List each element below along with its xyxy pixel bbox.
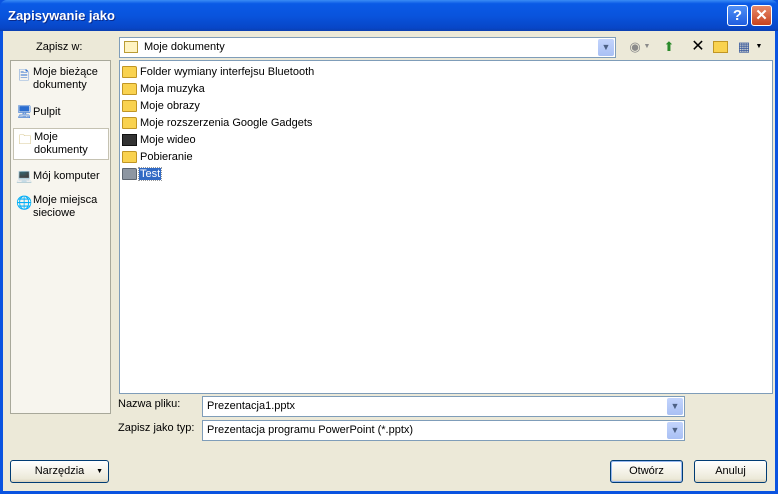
filename-value: Prezentacja1.pptx [207,400,296,412]
back-icon[interactable]: ◉ [628,39,642,55]
chevron-down-icon[interactable]: ▼ [667,398,683,415]
filename-label: Nazwa pliku: [118,398,181,410]
folder-name: Moja muzyka [140,83,205,95]
folder-name: Moje rozszerzenia Google Gadgets [140,117,313,129]
my-computer-icon: 💻 [16,168,33,183]
question-icon: ? [732,7,743,24]
folder-name: Moje wideo [140,134,196,146]
chevron-down-icon[interactable]: ▼ [667,422,683,439]
place-my-computer[interactable]: 💻 Mój komputer [13,165,109,189]
file-list[interactable]: Folder wymiany interfejsu Bluetooth Moja… [119,60,773,394]
desktop-icon: 🖥 [16,104,33,119]
network-places-icon: 🌐 [16,195,33,210]
chevron-down-icon[interactable]: ▼ [598,39,614,56]
folder-icon [122,151,137,163]
place-label: Moje bieżące dokumenty [33,66,98,91]
open-label: Otwórz [629,465,664,477]
views-icon[interactable]: ▦ [736,39,752,55]
folder-name: Moje obrazy [140,100,200,112]
open-button[interactable]: Otwórz [610,460,683,483]
save-as-dialog: Zapisywanie jako ? ✕ Zapisz w: Moje doku… [0,0,778,494]
dialog-title: Zapisywanie jako [8,8,115,23]
place-recent-documents[interactable]: 🗎 Moje bieżące dokumenty [13,65,109,97]
up-folder-icon[interactable]: ⬆ [660,39,678,55]
save-in-label: Zapisz w: [36,41,83,53]
place-label: Moje dokumenty [34,131,88,156]
tools-button[interactable]: Narzędzia ▼ [10,460,109,483]
place-network-places[interactable]: 🌐 Moje miejsca sieciowe [13,192,109,224]
cancel-button[interactable]: Anuluj [694,460,767,483]
place-label: Moje miejsca sieciowe [33,194,98,219]
music-folder-icon [122,83,137,95]
folder-name: Test [137,167,163,181]
place-label: Mój komputer [33,170,100,182]
pictures-folder-icon [122,100,137,112]
folder-name: Pobieranie [140,151,193,163]
filetype-dropdown[interactable]: Prezentacja programu PowerPoint (*.pptx)… [202,420,685,441]
place-desktop[interactable]: 🖥 Pulpit [13,101,109,125]
help-button[interactable]: ? [727,5,748,26]
places-bar: 🗎 Moje bieżące dokumenty 🖥 Pulpit 🗀 Moje… [10,60,111,414]
cancel-label: Anuluj [715,465,746,477]
views-dropdown-icon[interactable]: ▼ [755,39,763,55]
place-label: Pulpit [33,106,61,118]
back-dropdown-icon[interactable]: ▼ [643,39,651,55]
filename-input[interactable]: Prezentacja1.pptx ▼ [202,396,685,417]
my-documents-icon [124,41,138,53]
folder-icon [122,66,137,78]
filetype-value: Prezentacja programu PowerPoint (*.pptx) [207,424,414,436]
delete-icon[interactable]: ✕ [691,39,705,55]
close-icon: ✕ [755,7,768,24]
title-bar[interactable]: Zapisywanie jako ? ✕ [0,0,778,31]
new-folder-icon[interactable] [712,39,729,55]
close-button[interactable]: ✕ [751,5,772,26]
folder-name: Folder wymiany interfejsu Bluetooth [140,66,315,78]
save-in-value: Moje dokumenty [144,41,225,53]
video-folder-icon [122,134,137,146]
folder-icon [122,168,137,180]
folder-icon [122,117,137,129]
my-documents-icon: 🗀 [18,132,32,147]
place-my-documents[interactable]: 🗀 Moje dokumenty [13,128,109,160]
tools-label: Narzędzia [34,465,85,477]
chevron-down-icon: ▼ [96,468,103,475]
filetype-label: Zapisz jako typ: [118,422,195,434]
recent-documents-icon: 🗎 [18,68,30,83]
save-in-dropdown[interactable]: Moje dokumenty ▼ [119,37,616,58]
dialog-body: Zapisz w: Moje dokumenty ▼ ◉ ▼ ⬆ ✕ ▦ ▼ 🗎… [3,31,775,491]
